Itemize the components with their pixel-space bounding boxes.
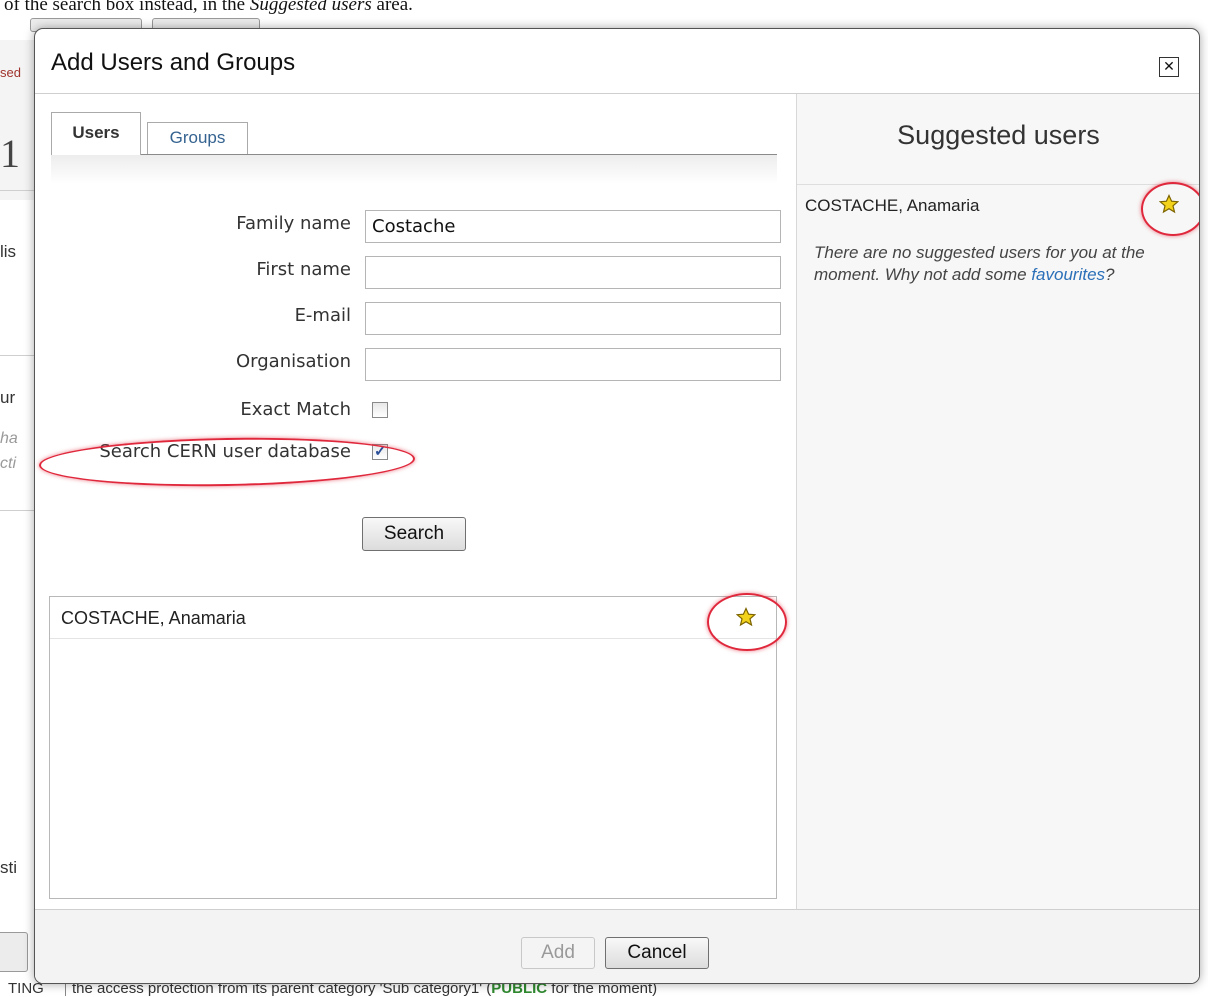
organisation-field[interactable] <box>365 348 781 381</box>
suggested-divider <box>797 184 1199 185</box>
dialog-footer: Add Cancel <box>35 910 1199 983</box>
background-button <box>0 932 28 972</box>
background-fragment: sti <box>0 858 17 877</box>
exact-match-checkbox[interactable] <box>372 402 388 418</box>
dialog-title: Add Users and Groups <box>51 49 296 76</box>
search-button[interactable]: Search <box>362 517 466 551</box>
first-name-label: First name <box>256 259 351 280</box>
suggested-users-pane: Suggested users COSTACHE, Anamaria There… <box>796 94 1199 909</box>
background-fragment: cti <box>0 455 16 472</box>
tabs-baseline <box>51 154 777 155</box>
background-fragment: ur <box>0 388 16 407</box>
background-instruction-text: of the search box instead, in the Sugges… <box>4 0 413 15</box>
suggested-user-name: COSTACHE, Anamaria <box>805 196 980 215</box>
annotation-ellipse-suggested-star <box>1141 182 1199 236</box>
organisation-label: Organisation <box>235 351 351 372</box>
tabs-underline <box>51 154 777 184</box>
search-pane: Users Groups Family name First name E-ma… <box>35 94 795 909</box>
background-fragment: ha <box>0 430 18 447</box>
suggested-users-note: There are no suggested users for you at … <box>814 243 1145 284</box>
family-name-label: Family name <box>236 213 351 234</box>
close-icon[interactable]: ✕ <box>1159 57 1179 77</box>
suggested-user-row[interactable]: COSTACHE, Anamaria <box>797 186 1199 222</box>
background-fragment: 1 <box>0 131 20 176</box>
add-users-groups-dialog: Add Users and Groups ✕ Users Groups Fami… <box>34 28 1200 984</box>
cancel-button[interactable]: Cancel <box>605 937 709 969</box>
add-button[interactable]: Add <box>521 937 595 969</box>
tab-groups[interactable]: Groups <box>147 122 248 154</box>
email-label: E-mail <box>294 305 351 326</box>
first-name-field[interactable] <box>365 256 781 289</box>
exact-match-label: Exact Match <box>240 399 351 420</box>
favourites-link[interactable]: favourites <box>1031 265 1105 284</box>
email-field[interactable] <box>365 302 781 335</box>
background-fragment: sed <box>0 65 21 80</box>
background-fragment: lis <box>0 242 17 261</box>
result-row[interactable]: COSTACHE, Anamaria <box>50 597 776 639</box>
tab-users[interactable]: Users <box>51 112 141 155</box>
search-results-list: COSTACHE, Anamaria <box>49 596 777 899</box>
result-user-name: COSTACHE, Anamaria <box>61 608 246 628</box>
suggested-users-title: Suggested users <box>897 120 1100 150</box>
family-name-field[interactable] <box>365 210 781 243</box>
annotation-ellipse-result-star <box>707 593 787 651</box>
annotation-ellipse-search-cern <box>38 434 416 490</box>
